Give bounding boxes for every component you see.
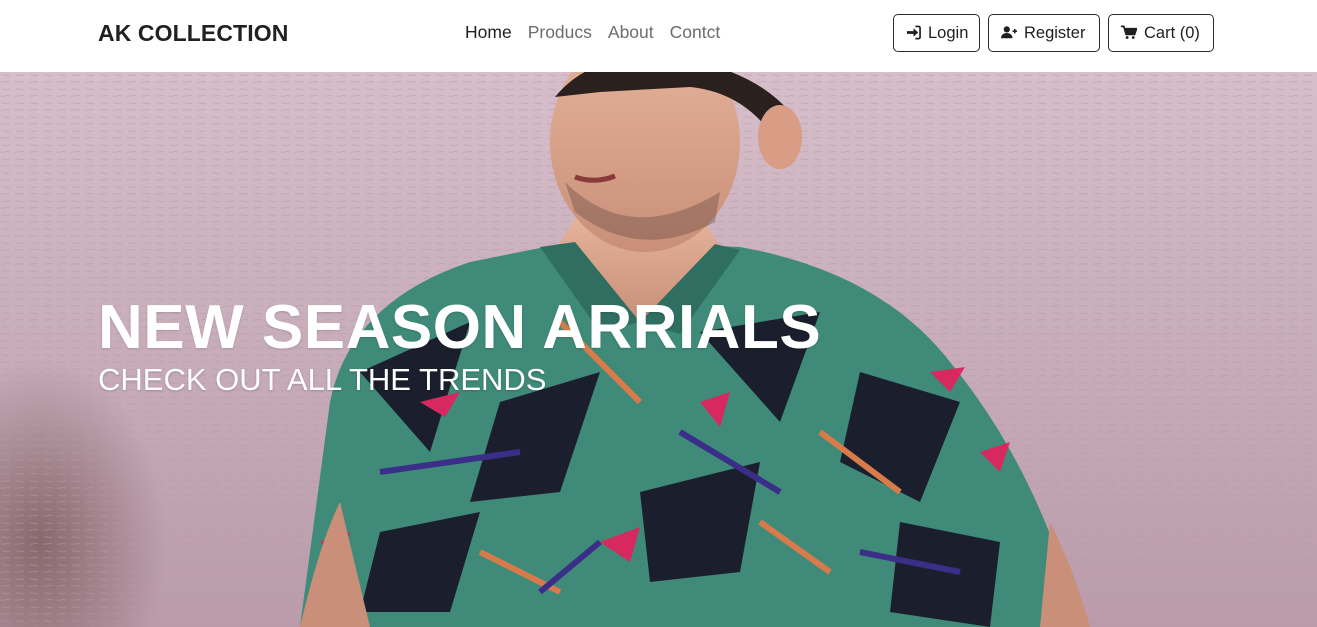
nav-link-contact[interactable]: Contct bbox=[662, 22, 729, 43]
user-plus-icon bbox=[1001, 25, 1017, 41]
hero-banner: NEW SEASON ARRIALS CHECK OUT ALL THE TRE… bbox=[0, 72, 1317, 627]
top-navbar: AK COLLECTION Home Producs About Contct … bbox=[0, 0, 1317, 72]
nav-links: Home Producs About Contct bbox=[457, 22, 728, 43]
login-button[interactable]: Login bbox=[893, 14, 980, 52]
nav-link-home[interactable]: Home bbox=[457, 22, 520, 43]
register-label: Register bbox=[1024, 23, 1086, 42]
nav-buttons: Login Register Cart (0) bbox=[893, 14, 1214, 52]
nav-link-about[interactable]: About bbox=[600, 22, 662, 43]
hero-title: NEW SEASON ARRIALS bbox=[98, 293, 822, 362]
nav-link-products[interactable]: Producs bbox=[520, 22, 600, 43]
hero-subtitle: CHECK OUT ALL THE TRENDS bbox=[98, 362, 547, 397]
sign-in-icon bbox=[906, 25, 921, 41]
shopping-cart-icon bbox=[1121, 25, 1137, 41]
login-label: Login bbox=[928, 23, 969, 42]
cart-button[interactable]: Cart (0) bbox=[1108, 14, 1214, 52]
brand-logo[interactable]: AK COLLECTION bbox=[98, 20, 288, 47]
register-button[interactable]: Register bbox=[988, 14, 1100, 52]
cart-label: Cart (0) bbox=[1144, 23, 1200, 42]
hero-text-block: NEW SEASON ARRIALS CHECK OUT ALL THE TRE… bbox=[98, 292, 821, 398]
